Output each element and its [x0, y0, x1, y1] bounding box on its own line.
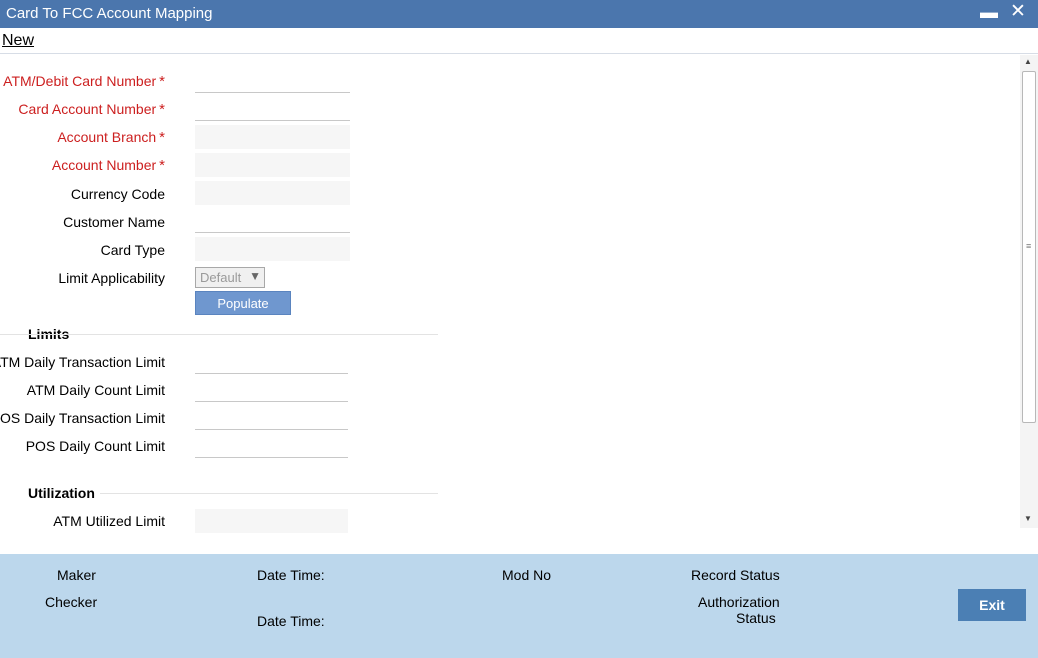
account-branch-field[interactable]	[195, 125, 350, 149]
utilization-heading: Utilization	[28, 485, 95, 501]
checker-label: Checker	[45, 594, 98, 610]
scroll-thumb[interactable]: ≡	[1022, 71, 1036, 423]
pos-daily-transaction-limit-field[interactable]	[195, 406, 348, 430]
limit-applicability-value: Default	[200, 270, 242, 285]
card-account-number-label: Card Account Number *	[18, 101, 165, 118]
authorization-status-label: Status	[736, 610, 776, 626]
atm-utilized-limit-label: ATM Utilized Limit	[53, 513, 165, 529]
atm-daily-count-limit-field[interactable]	[195, 378, 348, 402]
customer-name-field[interactable]	[195, 209, 350, 233]
record-status-label: Record Status	[691, 567, 780, 583]
pos-daily-transaction-limit-label: POS Daily Transaction Limit	[0, 410, 165, 426]
title-bar: Card To FCC Account Mapping ▬ ✕	[0, 0, 1038, 28]
atm-card-number-field[interactable]	[195, 69, 350, 93]
populate-button[interactable]: Populate	[195, 291, 291, 315]
pos-daily-count-limit-field[interactable]	[195, 434, 348, 458]
close-icon[interactable]: ✕	[1010, 0, 1026, 23]
scroll-down-icon[interactable]: ▼	[1024, 514, 1032, 523]
scroll-up-icon[interactable]: ▲	[1024, 57, 1032, 66]
scroll-grip-icon: ≡	[1026, 241, 1032, 251]
account-branch-label: Account Branch *	[57, 129, 165, 146]
card-account-number-field[interactable]	[195, 97, 350, 121]
atm-card-number-label: ATM/Debit Card Number *	[3, 73, 165, 90]
card-type-label: Card Type	[100, 242, 165, 258]
atm-utilized-limit-field[interactable]	[195, 509, 348, 533]
account-number-label: Account Number *	[51, 157, 165, 174]
pos-daily-count-limit-label: POS Daily Count Limit	[25, 438, 165, 454]
menu-bar: New	[0, 28, 1038, 54]
new-menu-item[interactable]: New	[2, 32, 34, 50]
currency-code-field[interactable]	[195, 181, 350, 205]
vertical-scrollbar[interactable]: ▲ ≡ ▼	[1020, 55, 1038, 528]
authorization-label: Authorization	[698, 594, 780, 610]
atm-daily-transaction-limit-label: ATM Daily Transaction Limit	[0, 354, 165, 370]
customer-name-label: Customer Name	[63, 214, 165, 230]
audit-footer: Maker Checker Date Time: Date Time: Mod …	[0, 554, 1038, 658]
maker-date-time-label: Date Time:	[257, 567, 325, 583]
utilization-divider	[100, 493, 438, 494]
account-number-field[interactable]	[195, 153, 350, 177]
checker-date-time-label: Date Time:	[257, 613, 325, 629]
mod-no-label: Mod No	[502, 567, 552, 583]
limits-divider	[0, 334, 438, 335]
maker-label: Maker	[57, 567, 96, 583]
limit-applicability-label: Limit Applicability	[58, 270, 165, 286]
form-content: ATM/Debit Card Number * Card Account Numb…	[0, 55, 1020, 553]
currency-code-label: Currency Code	[70, 186, 165, 202]
minimize-icon[interactable]: ▬	[980, 2, 998, 23]
dropdown-arrow-icon: ▼	[249, 269, 261, 283]
exit-button[interactable]: Exit	[958, 589, 1026, 621]
window-title: Card To FCC Account Mapping	[6, 5, 213, 22]
card-type-field[interactable]	[195, 237, 350, 261]
atm-daily-transaction-limit-field[interactable]	[195, 350, 348, 374]
atm-daily-count-limit-label: ATM Daily Count Limit	[26, 382, 165, 398]
limit-applicability-select[interactable]: Default ▼	[195, 267, 265, 288]
